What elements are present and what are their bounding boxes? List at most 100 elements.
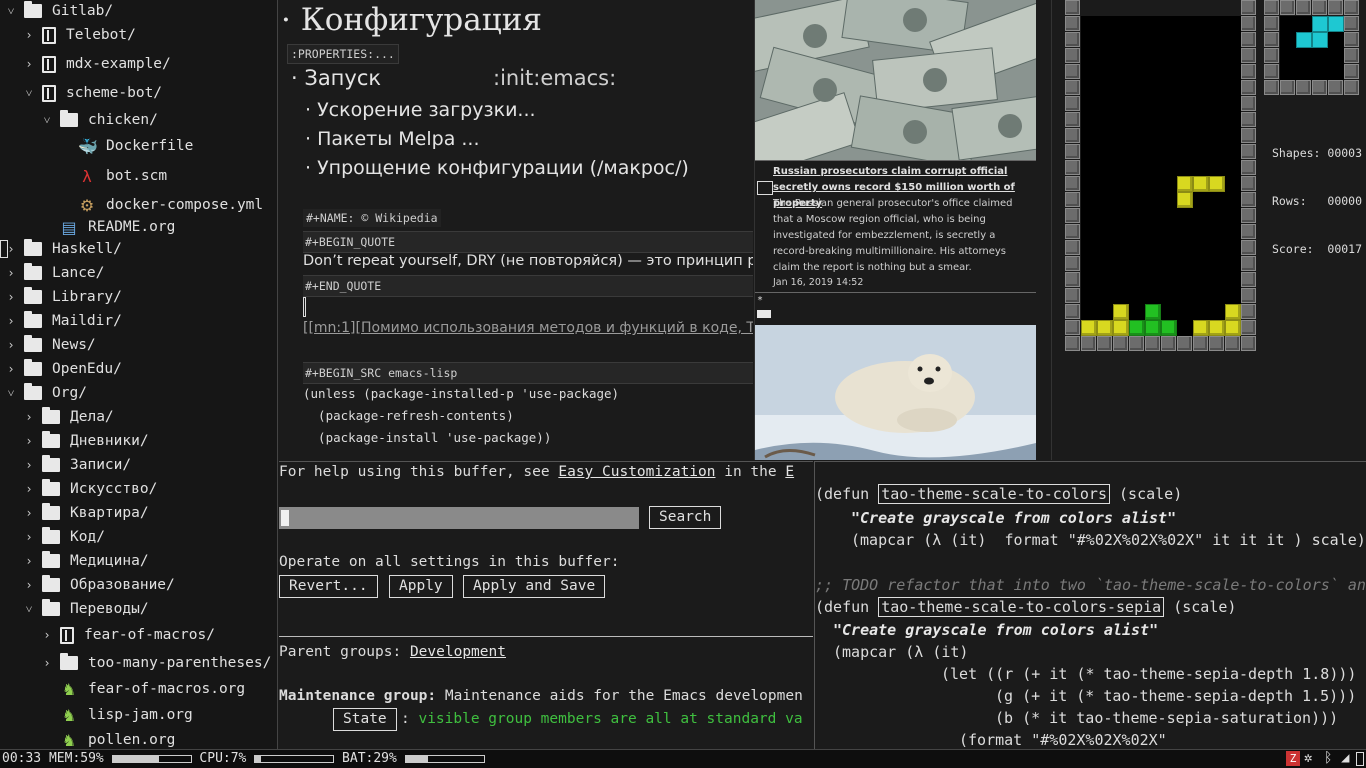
wall-block xyxy=(1241,320,1256,335)
chevron-down-icon[interactable]: ˅ xyxy=(40,113,54,128)
news-body: The Russian general prosecutor's office … xyxy=(773,198,1013,273)
chevron-right-icon[interactable]: › xyxy=(22,458,36,472)
tree-item[interactable]: ♞ lisp-jam.org xyxy=(60,704,193,726)
tree-item[interactable]: ˅ chicken/ xyxy=(40,109,158,131)
tree-item[interactable]: ♞ fear-of-macros.org xyxy=(60,678,245,700)
chevron-right-icon[interactable]: › xyxy=(4,362,18,376)
chevron-right-icon[interactable]: › xyxy=(22,434,36,448)
folder-icon xyxy=(60,653,78,670)
chevron-right-icon[interactable]: › xyxy=(22,28,36,42)
footnote-link[interactable]: [[mn:1][Помимо использования методов и ф… xyxy=(303,320,753,336)
chevron-right-icon[interactable]: › xyxy=(40,656,54,670)
chevron-right-icon[interactable]: › xyxy=(40,628,54,642)
chevron-down-icon[interactable]: ˅ xyxy=(4,4,18,19)
tree-item[interactable]: › Образование/ xyxy=(22,574,175,596)
tetris-game[interactable]: Shapes: 00003 Rows: 00000 Score: 00017 xyxy=(1051,0,1366,460)
wall-block xyxy=(1081,336,1096,351)
chevron-down-icon[interactable]: ˅ xyxy=(22,602,36,617)
tree-item[interactable]: › Дневники/ xyxy=(22,430,149,452)
chevron-right-icon[interactable]: › xyxy=(4,314,18,328)
tree-item[interactable]: ▤ README.org xyxy=(60,216,175,238)
chevron-right-icon[interactable]: › xyxy=(22,410,36,424)
tree-item[interactable]: › OpenEdu/ xyxy=(4,358,122,380)
src-line-2: (package-refresh-contents) xyxy=(303,408,514,423)
revert-button[interactable]: Revert... xyxy=(279,575,378,598)
signal-icon[interactable]: ◢ xyxy=(1341,750,1349,766)
function-name-1[interactable]: tao-theme-scale-to-colors xyxy=(878,484,1110,504)
tree-item[interactable]: › mdx-example/ xyxy=(22,53,171,75)
wall-block xyxy=(1129,336,1144,351)
chevron-down-icon[interactable]: ˅ xyxy=(4,386,18,401)
search-input[interactable] xyxy=(279,507,639,529)
search-button[interactable]: Search xyxy=(649,506,722,529)
tree-item[interactable]: › News/ xyxy=(4,334,96,356)
tree-item[interactable]: ˅ scheme-bot/ xyxy=(22,82,162,104)
easy-customization-link[interactable]: Easy Customization xyxy=(558,464,715,480)
tree-item-label: fear-of-macros/ xyxy=(84,627,215,643)
folder-icon xyxy=(24,239,42,256)
apply-button[interactable]: Apply xyxy=(389,575,453,598)
org-buffer[interactable]: · Конфигурация :PROPERTIES:... · Запуск … xyxy=(279,0,753,460)
tree-item[interactable]: λ bot.scm xyxy=(78,165,167,187)
format-call: format "#%02X%02X%02X" it it it xyxy=(1004,531,1285,549)
emacs-manual-link[interactable]: E xyxy=(785,464,794,480)
heading-melpa[interactable]: · Пакеты Melpa ... xyxy=(305,128,480,150)
heading-speedup[interactable]: · Ускорение загрузки... xyxy=(305,99,536,121)
tree-item[interactable]: › too-many-parentheses/ xyxy=(40,652,271,674)
chevron-right-icon[interactable]: › xyxy=(22,57,36,71)
chevron-right-icon[interactable]: › xyxy=(4,290,18,304)
tree-item[interactable]: › Lance/ xyxy=(4,262,104,284)
bluetooth-icon[interactable]: ᛒ xyxy=(1324,750,1332,766)
wall-block xyxy=(1145,336,1160,351)
wall-block xyxy=(1241,192,1256,207)
heading-launch[interactable]: · Запуск xyxy=(291,66,381,90)
tree-item[interactable]: › fear-of-macros/ xyxy=(40,624,215,646)
tree-item[interactable]: ⚙ docker-compose.yml xyxy=(78,194,263,216)
checkbox-icon[interactable] xyxy=(757,181,773,195)
tree-item[interactable]: › Maildir/ xyxy=(4,310,122,332)
clock: 00:33 xyxy=(2,751,42,766)
tree-item[interactable]: › Дела/ xyxy=(22,406,114,428)
state-button[interactable]: State xyxy=(333,708,397,731)
tree-item[interactable]: ˅ Gitlab/ xyxy=(4,0,113,22)
tree-item[interactable]: › Library/ xyxy=(4,286,122,308)
tree-item[interactable]: › Квартира/ xyxy=(22,502,149,524)
apply-and-save-button[interactable]: Apply and Save xyxy=(463,575,606,598)
tree-item[interactable]: › Записи/ xyxy=(22,454,131,476)
chevron-right-icon[interactable]: › xyxy=(22,578,36,592)
tree-item[interactable]: 🐳 Dockerfile xyxy=(78,135,193,157)
tree-item[interactable]: ˅ Org/ xyxy=(4,382,87,404)
chevron-right-icon[interactable]: › xyxy=(4,266,18,280)
development-link[interactable]: Development xyxy=(410,644,506,660)
chevron-down-icon[interactable]: ˅ xyxy=(22,86,36,101)
settings-icon: ⚙ xyxy=(79,195,95,215)
tree-item[interactable]: › Медицина/ xyxy=(22,550,149,572)
news-pane[interactable]: Russian prosecutors claim corrupt offici… xyxy=(754,0,1050,460)
tetris-cell xyxy=(1145,304,1161,320)
wall-block xyxy=(1065,192,1080,207)
tree-item[interactable]: › Haskell/ xyxy=(4,238,122,260)
tetris-board[interactable] xyxy=(1065,0,1258,352)
chevron-right-icon[interactable]: › xyxy=(22,506,36,520)
app-tray-icon[interactable]: Z xyxy=(1286,751,1300,766)
chevron-right-icon[interactable]: › xyxy=(22,554,36,568)
elisp-code-buffer[interactable]: (defun tao-theme-scale-to-colors (scale)… xyxy=(814,461,1366,749)
properties-drawer[interactable]: :PROPERTIES:... xyxy=(287,44,399,64)
tree-item[interactable]: › Искусство/ xyxy=(22,478,157,500)
heading-simplify[interactable]: · Упрощение конфигурации (/макрос/) xyxy=(305,157,689,179)
chevron-right-icon[interactable]: › xyxy=(22,482,36,496)
tree-item[interactable]: › Код/ xyxy=(22,526,105,548)
wall-block xyxy=(1065,144,1080,159)
battery-icon[interactable] xyxy=(1356,752,1364,766)
tetris-cell xyxy=(1225,304,1241,320)
chevron-right-icon[interactable]: › xyxy=(22,530,36,544)
chevron-right-icon[interactable]: › xyxy=(4,338,18,352)
gear-icon[interactable]: ✲ xyxy=(1304,750,1312,766)
wall-block xyxy=(1241,96,1256,111)
tree-item[interactable]: ♞ pollen.org xyxy=(60,729,175,750)
heading-configuration[interactable]: · Конфигурация xyxy=(281,2,542,38)
tree-item[interactable]: ˅ Переводы/ xyxy=(22,598,149,620)
customize-buffer[interactable]: For help using this buffer, see Easy Cus… xyxy=(279,461,813,749)
function-name-2[interactable]: tao-theme-scale-to-colors-sepia xyxy=(878,597,1165,617)
tree-item[interactable]: › Telebot/ xyxy=(22,24,136,46)
